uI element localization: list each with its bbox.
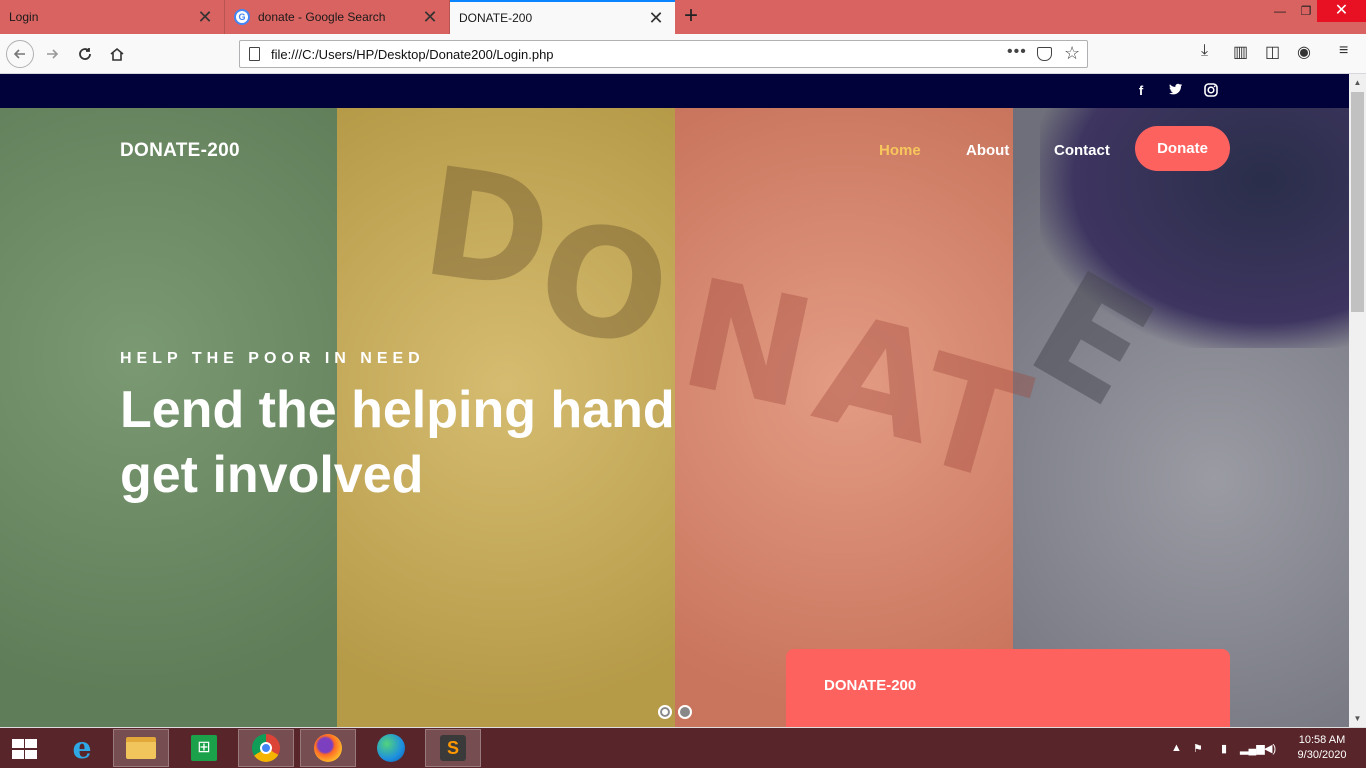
slider-dot-1[interactable] <box>658 705 672 719</box>
tab-title: Login <box>9 10 39 24</box>
sidebar-icon[interactable]: ◫ <box>1265 42 1280 62</box>
library-icon[interactable]: ▥ <box>1233 42 1248 62</box>
clock-time: 10:58 AM <box>1298 734 1346 746</box>
tab-title: donate - Google Search <box>258 10 386 24</box>
nav-contact[interactable]: Contact <box>1054 142 1110 159</box>
hero-headline: Lend the helping hand get involved <box>120 378 780 508</box>
page-icon <box>249 47 260 61</box>
firefox-icon[interactable] <box>300 729 356 767</box>
clock-date: 9/30/2020 <box>1297 749 1347 761</box>
home-icon[interactable] <box>103 40 131 68</box>
signal-icon[interactable]: ▂▄▆ <box>1240 742 1265 755</box>
tab-google-search[interactable]: G donate - Google Search ✕ <box>225 0 450 34</box>
pocket-icon[interactable] <box>1037 47 1052 61</box>
show-hidden-icons-icon[interactable]: ▲ <box>1171 742 1182 754</box>
browser-toolbar: file:///C:/Users/HP/Desktop/Donate200/Lo… <box>0 34 1366 74</box>
battery-icon[interactable]: ▮ <box>1221 742 1227 755</box>
close-icon[interactable]: ✕ <box>645 8 667 29</box>
back-icon[interactable] <box>6 40 34 68</box>
tab-strip: Login ✕ G donate - Google Search ✕ DONAT… <box>0 0 1366 34</box>
tab-donate-200[interactable]: DONATE-200 ✕ <box>450 0 675 34</box>
new-tab-button[interactable]: + <box>678 2 704 32</box>
tab-title: DONATE-200 <box>459 11 533 25</box>
windows-start-icon[interactable] <box>10 738 38 760</box>
internet-explorer-icon[interactable]: e <box>54 729 110 767</box>
store-icon[interactable]: ⊞ <box>176 729 232 767</box>
menu-icon[interactable]: ≡ <box>1339 42 1348 60</box>
scroll-up-icon[interactable]: ▲ <box>1349 74 1366 91</box>
url-bar[interactable]: file:///C:/Users/HP/Desktop/Donate200/Lo… <box>239 40 1088 68</box>
volume-icon[interactable]: ◀) <box>1264 742 1276 755</box>
tab-login[interactable]: Login ✕ <box>0 0 225 34</box>
hero-tagline: HELP THE POOR IN NEED <box>120 350 425 367</box>
url-text[interactable]: file:///C:/Users/HP/Desktop/Donate200/Lo… <box>271 47 554 62</box>
taskbar: e ⊞ S ▲ ⚑ ▮ ▂▄▆ ◀) 10:58 AM 9/30/2020 <box>0 728 1366 768</box>
twitter-icon[interactable] <box>1168 83 1184 99</box>
window-close-icon[interactable]: ✕ <box>1317 0 1366 22</box>
close-icon[interactable]: ✕ <box>194 7 216 28</box>
social-topbar: f <box>0 74 1349 108</box>
nav-about[interactable]: About <box>966 142 1009 159</box>
google-icon: G <box>234 9 250 25</box>
card-title: DONATE-200 <box>824 677 917 694</box>
sublime-text-icon[interactable]: S <box>425 729 481 767</box>
bookmark-star-icon[interactable]: ☆ <box>1064 43 1080 64</box>
slider-dot-2[interactable] <box>678 705 692 719</box>
action-center-flag-icon[interactable]: ⚑ <box>1193 742 1203 755</box>
minimize-icon[interactable]: — <box>1265 0 1295 22</box>
system-clock[interactable]: 10:58 AM 9/30/2020 <box>1294 733 1350 763</box>
headline-line-2: get involved <box>120 446 424 504</box>
donate-button[interactable]: Donate <box>1135 126 1230 171</box>
forward-icon[interactable] <box>38 40 66 68</box>
scroll-thumb[interactable] <box>1351 92 1364 312</box>
chrome-icon[interactable] <box>238 729 294 767</box>
brand-logo[interactable]: DONATE-200 <box>120 140 240 162</box>
page-scrollbar[interactable]: ▲ ▼ <box>1349 74 1366 727</box>
hero-section: D O N A T E DONATE-200 Home About Contac… <box>0 108 1349 727</box>
instagram-icon[interactable] <box>1203 83 1219 99</box>
downloads-icon[interactable]: ⤓ <box>1201 42 1208 60</box>
headline-line-1: Lend the helping hand <box>120 381 675 439</box>
reload-icon[interactable] <box>71 40 99 68</box>
page-actions-icon[interactable]: ••• <box>1007 43 1027 61</box>
facebook-icon[interactable]: f <box>1133 83 1149 99</box>
restore-icon[interactable]: ❐ <box>1295 0 1317 22</box>
edge-icon[interactable] <box>363 729 419 767</box>
nav-home[interactable]: Home <box>879 142 921 159</box>
page-viewport: f D O N A T E DONATE-200 Home About Cont… <box>0 74 1349 727</box>
file-explorer-icon[interactable] <box>113 729 169 767</box>
scroll-down-icon[interactable]: ▼ <box>1349 710 1366 727</box>
close-icon[interactable]: ✕ <box>419 7 441 28</box>
account-icon[interactable]: ◉ <box>1297 42 1311 62</box>
donate-card: DONATE-200 <box>786 649 1230 727</box>
